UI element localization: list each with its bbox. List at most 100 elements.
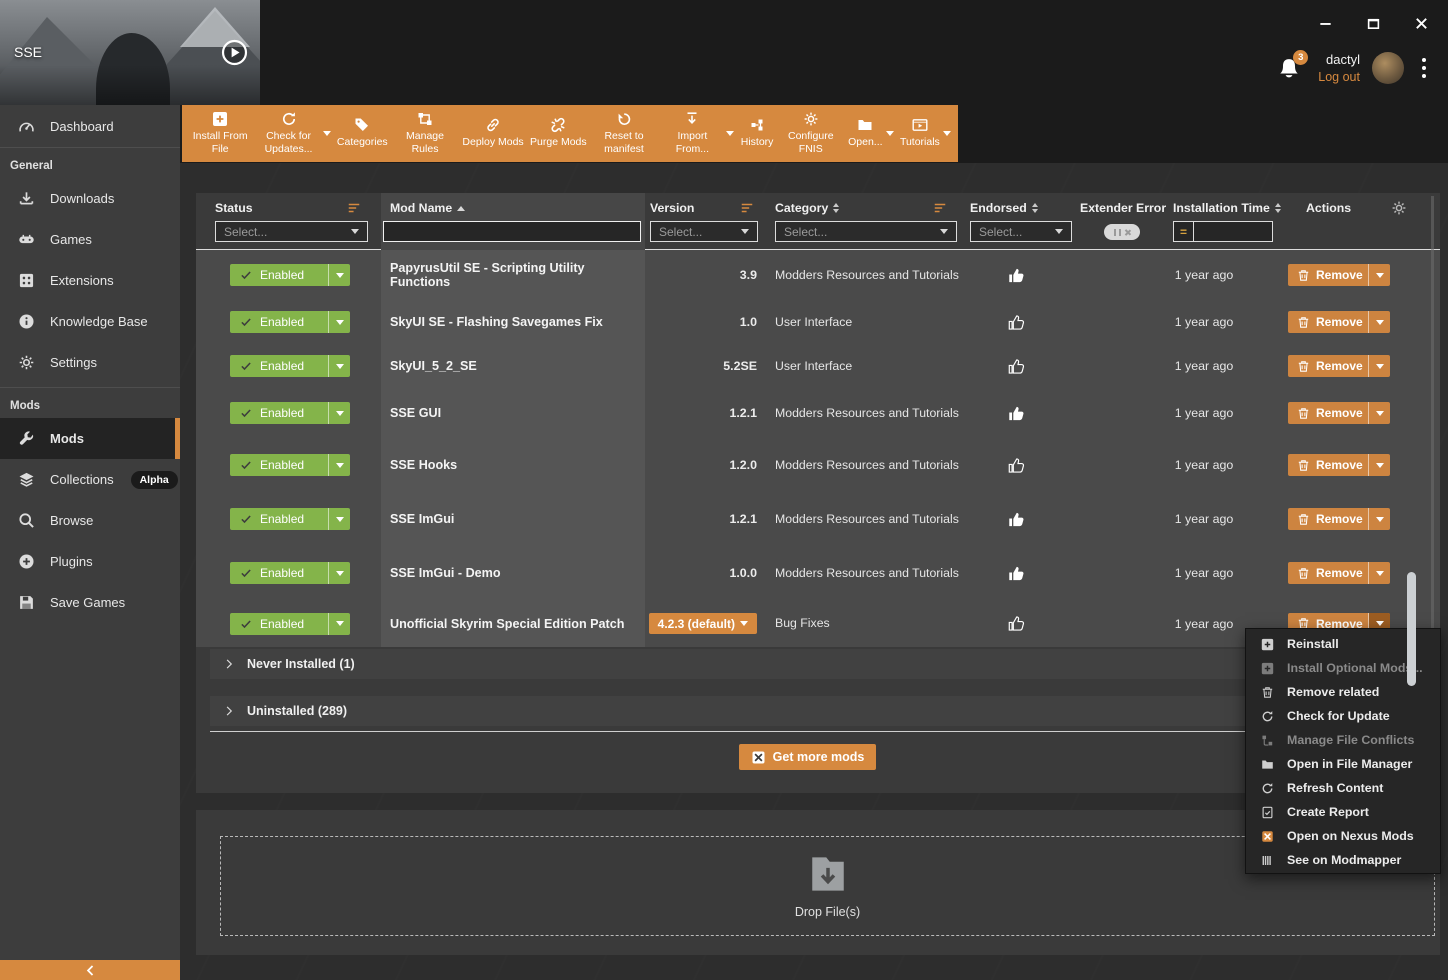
- chevron-down-icon[interactable]: [1369, 454, 1390, 476]
- menu-item-see-on-modmapper[interactable]: See on Modmapper: [1246, 848, 1440, 872]
- sidebar-item-save-games[interactable]: Save Games: [0, 582, 180, 623]
- chevron-down-icon[interactable]: [1369, 402, 1390, 424]
- sidebar-item-extensions[interactable]: Extensions: [0, 260, 180, 301]
- logout-link[interactable]: Log out: [1318, 70, 1360, 84]
- install-from-file-button[interactable]: Install From File: [189, 111, 251, 156]
- chevron-down-icon[interactable]: [329, 355, 350, 377]
- thumbs-up-filled-icon[interactable]: [1008, 267, 1025, 284]
- chevron-down-icon[interactable]: [329, 311, 350, 333]
- version-dropdown-badge[interactable]: 4.2.3 (default): [649, 613, 757, 634]
- thumbs-up-outline-icon[interactable]: [1008, 457, 1025, 474]
- close-button[interactable]: [1408, 10, 1434, 36]
- table-row[interactable]: Enabled SSE Hooks 1.2.0 Modders Resource…: [196, 438, 1440, 492]
- enable-toggle-button[interactable]: Enabled: [230, 264, 350, 286]
- remove-button[interactable]: Remove: [1288, 311, 1390, 333]
- sidebar-item-settings[interactable]: Settings: [0, 342, 180, 383]
- remove-button[interactable]: Remove: [1288, 562, 1390, 584]
- avatar[interactable]: [1372, 52, 1404, 84]
- mod-name-filter-input[interactable]: [383, 221, 641, 242]
- sidebar-item-dashboard[interactable]: Dashboard: [0, 105, 180, 147]
- minimize-button[interactable]: [1312, 10, 1338, 36]
- chevron-down-icon[interactable]: [329, 613, 350, 635]
- enable-toggle-button[interactable]: Enabled: [230, 508, 350, 530]
- remove-button[interactable]: Remove: [1288, 454, 1390, 476]
- sidebar-item-collections[interactable]: Collections Alpha: [0, 459, 180, 500]
- menu-item-refresh-content[interactable]: Refresh Content: [1246, 776, 1440, 800]
- menu-item-open-on-nexus-mods[interactable]: Open on Nexus Mods: [1246, 824, 1440, 848]
- chevron-down-icon[interactable]: [1369, 355, 1390, 377]
- reset-to-manifest-button[interactable]: Reset to manifest: [593, 111, 655, 156]
- overflow-menu-button[interactable]: [1416, 52, 1432, 84]
- table-row[interactable]: Enabled SSE ImGui - Demo 1.0.0 Modders R…: [196, 546, 1440, 600]
- remove-button[interactable]: Remove: [1288, 264, 1390, 286]
- deploy-mods-button[interactable]: Deploy Mods: [462, 117, 523, 149]
- sidebar-item-knowledge-base[interactable]: Knowledge Base: [0, 301, 180, 342]
- thumbs-up-outline-icon[interactable]: [1008, 314, 1025, 331]
- chevron-down-icon[interactable]: [886, 131, 894, 136]
- chevron-down-icon[interactable]: [1369, 562, 1390, 584]
- column-header-endorsed[interactable]: Endorsed: [970, 201, 1038, 215]
- group-never-installed[interactable]: Never Installed (1): [210, 649, 1405, 679]
- game-banner[interactable]: SSE: [0, 0, 260, 105]
- chevron-down-icon[interactable]: [329, 508, 350, 530]
- table-settings-gear-icon[interactable]: [1391, 200, 1407, 216]
- group-uninstalled[interactable]: Uninstalled (289): [210, 696, 1405, 726]
- chevron-down-icon[interactable]: [329, 264, 350, 286]
- quick-launch-play-icon[interactable]: [221, 39, 248, 66]
- notifications-button[interactable]: 3: [1276, 52, 1306, 84]
- table-row[interactable]: Enabled SkyUI_5_2_SE 5.2SE User Interfac…: [196, 344, 1440, 388]
- thumbs-up-filled-icon[interactable]: [1008, 565, 1025, 582]
- remove-button[interactable]: Remove: [1288, 355, 1390, 377]
- categories-button[interactable]: Categories: [337, 117, 388, 149]
- thumbs-up-filled-icon[interactable]: [1008, 511, 1025, 528]
- table-row[interactable]: Enabled SkyUI SE - Flashing Savegames Fi…: [196, 300, 1440, 344]
- chevron-down-icon[interactable]: [329, 402, 350, 424]
- time-filter-operator[interactable]: =: [1173, 221, 1193, 242]
- thumbs-up-filled-icon[interactable]: [1008, 405, 1025, 422]
- enable-toggle-button[interactable]: Enabled: [230, 613, 350, 635]
- enable-toggle-button[interactable]: Enabled: [230, 311, 350, 333]
- chevron-down-icon[interactable]: [329, 562, 350, 584]
- maximize-button[interactable]: [1360, 10, 1386, 36]
- scrollbar-thumb[interactable]: [1407, 572, 1416, 686]
- history-button[interactable]: History: [741, 117, 774, 149]
- sidebar-item-browse[interactable]: Browse: [0, 500, 180, 541]
- get-more-mods-button[interactable]: Get more mods: [739, 744, 877, 770]
- import-from-button[interactable]: Import From...: [661, 111, 734, 156]
- column-header-extender-error[interactable]: Extender Error: [1080, 201, 1166, 215]
- column-header-status[interactable]: Status: [215, 201, 361, 215]
- tutorials-button[interactable]: Tutorials: [900, 117, 951, 149]
- filter-list-icon[interactable]: [933, 201, 947, 215]
- purge-mods-button[interactable]: Purge Mods: [530, 117, 587, 149]
- column-header-mod-name[interactable]: Mod Name: [390, 201, 465, 215]
- thumbs-up-outline-icon[interactable]: [1008, 615, 1025, 632]
- extender-error-filter-toggle[interactable]: [1104, 224, 1140, 240]
- chevron-down-icon[interactable]: [329, 454, 350, 476]
- column-header-version[interactable]: Version: [650, 201, 754, 215]
- manage-rules-button[interactable]: Manage Rules: [394, 111, 456, 156]
- sidebar-collapse-button[interactable]: [0, 960, 180, 980]
- enable-toggle-button[interactable]: Enabled: [230, 562, 350, 584]
- chevron-down-icon[interactable]: [1369, 264, 1390, 286]
- menu-item-check-for-update[interactable]: Check for Update: [1246, 704, 1440, 728]
- filter-list-icon[interactable]: [347, 201, 361, 215]
- status-filter-select[interactable]: Select...: [215, 221, 368, 242]
- enable-toggle-button[interactable]: Enabled: [230, 402, 350, 424]
- table-row[interactable]: Enabled SSE GUI 1.2.1 Modders Resources …: [196, 388, 1440, 438]
- menu-item-manage-file-conflicts[interactable]: Manage File Conflicts: [1246, 728, 1440, 752]
- version-filter-select[interactable]: Select...: [650, 221, 758, 242]
- menu-item-create-report[interactable]: Create Report: [1246, 800, 1440, 824]
- thumbs-up-outline-icon[interactable]: [1008, 358, 1025, 375]
- sidebar-item-mods[interactable]: Mods: [0, 418, 180, 459]
- table-row[interactable]: Enabled PapyrusUtil SE - Scripting Utili…: [196, 250, 1440, 300]
- chevron-down-icon[interactable]: [1369, 311, 1390, 333]
- chevron-down-icon[interactable]: [1369, 508, 1390, 530]
- sidebar-item-games[interactable]: Games: [0, 219, 180, 260]
- enable-toggle-button[interactable]: Enabled: [230, 355, 350, 377]
- column-header-category[interactable]: Category: [775, 201, 947, 215]
- check-for-updates-button[interactable]: Check for Updates...: [258, 111, 331, 156]
- menu-item-open-in-file-manager[interactable]: Open in File Manager: [1246, 752, 1440, 776]
- sidebar-item-downloads[interactable]: Downloads: [0, 178, 180, 219]
- remove-button[interactable]: Remove: [1288, 402, 1390, 424]
- table-row[interactable]: Enabled SSE ImGui 1.2.1 Modders Resource…: [196, 492, 1440, 546]
